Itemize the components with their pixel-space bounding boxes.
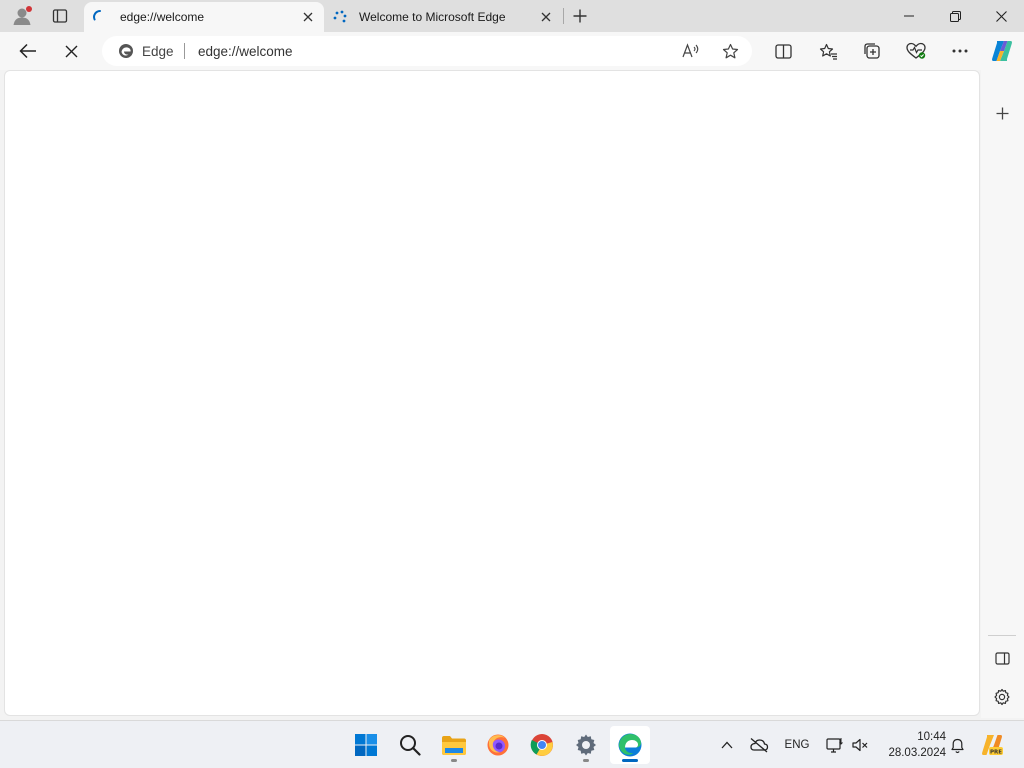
- browser-essentials-button[interactable]: [900, 35, 932, 67]
- copilot-button[interactable]: [986, 35, 1018, 67]
- tab-welcome-to-microsoft-edge[interactable]: Welcome to Microsoft Edge: [326, 2, 562, 32]
- tab-close-button[interactable]: [538, 9, 554, 25]
- taskbar-chrome[interactable]: [522, 726, 562, 764]
- tab-title: Welcome to Microsoft Edge: [359, 10, 506, 24]
- read-aloud-button[interactable]: [677, 38, 705, 64]
- tab-title: edge://welcome: [120, 10, 205, 24]
- back-arrow-icon: [19, 43, 36, 59]
- tab-close-button[interactable]: [300, 9, 316, 25]
- plus-icon: [996, 107, 1008, 119]
- network-icon: [826, 738, 843, 753]
- edge-site-icon: [118, 43, 134, 59]
- more-icon: [952, 49, 968, 53]
- clock-time: 10:44: [917, 731, 946, 743]
- start-button[interactable]: [346, 726, 386, 764]
- cloud-offline-icon: [750, 738, 769, 753]
- title-bar: edge://welcome Welcome to Microsoft Edge: [0, 0, 1024, 32]
- active-indicator: [622, 759, 638, 762]
- chrome-icon: [530, 734, 553, 756]
- favorites-button[interactable]: [812, 35, 844, 67]
- hide-sidebar-button[interactable]: [987, 643, 1017, 673]
- new-tab-button[interactable]: [566, 2, 594, 30]
- taskbar-search-button[interactable]: [390, 726, 430, 764]
- address-divider: [184, 43, 185, 59]
- chevron-up-icon: [721, 741, 733, 749]
- taskbar-file-explorer[interactable]: [434, 726, 474, 764]
- add-favorite-button[interactable]: [716, 38, 744, 64]
- minimize-button[interactable]: [886, 0, 932, 32]
- tab-actions-button[interactable]: [41, 0, 79, 32]
- collections-icon: [864, 43, 880, 59]
- notifications-button[interactable]: [946, 733, 968, 757]
- start-icon: [355, 734, 377, 756]
- taskbar-settings[interactable]: [566, 726, 606, 764]
- tab-divider: [563, 8, 564, 24]
- gear-icon: [994, 688, 1010, 706]
- restore-button[interactable]: [932, 0, 978, 32]
- site-identity-label[interactable]: Edge: [142, 44, 174, 59]
- stop-icon: [65, 45, 77, 57]
- sidebar-add-button[interactable]: [987, 98, 1017, 128]
- split-screen-button[interactable]: [767, 35, 799, 67]
- running-indicator: [583, 759, 589, 762]
- sidebar-panel-icon: [994, 651, 1010, 665]
- back-button[interactable]: [12, 35, 44, 67]
- heart-pulse-icon: [906, 42, 926, 59]
- clock-date: 28.03.2024: [888, 747, 946, 759]
- tab-edge-welcome[interactable]: edge://welcome: [84, 2, 324, 32]
- close-icon: [303, 12, 313, 22]
- plus-icon: [573, 9, 587, 23]
- sidebar-settings-button[interactable]: [987, 682, 1017, 712]
- page-content-area[interactable]: [4, 70, 980, 716]
- read-aloud-icon: [682, 43, 699, 58]
- clock[interactable]: 10:44 28.03.2024: [878, 729, 946, 761]
- svg-text:PRE: PRE: [990, 750, 1002, 756]
- sidebar-divider: [988, 635, 1016, 636]
- network-tray-button[interactable]: [823, 733, 847, 757]
- copilot-preview-icon: PRE: [982, 735, 1003, 756]
- search-icon: [400, 735, 421, 756]
- taskbar: ENG 10:44 28.03.2024 PRE: [0, 720, 1024, 768]
- edge-icon: [618, 733, 642, 757]
- sidebar: [981, 70, 1024, 718]
- toolbar: Edge edge://welcome: [0, 32, 1024, 70]
- copilot-preview-button[interactable]: PRE: [978, 733, 1006, 757]
- show-hidden-icons-button[interactable]: [716, 733, 738, 757]
- address-bar[interactable]: Edge edge://welcome: [102, 36, 752, 66]
- stop-loading-button[interactable]: [55, 35, 87, 67]
- input-language-indicator[interactable]: ENG: [781, 733, 813, 757]
- file-explorer-icon: [442, 736, 466, 755]
- restore-icon: [949, 10, 961, 22]
- url-text[interactable]: edge://welcome: [198, 44, 293, 59]
- collections-button[interactable]: [856, 35, 888, 67]
- settings-and-more-button[interactable]: [944, 35, 976, 67]
- minimize-icon: [904, 15, 914, 17]
- running-indicator: [451, 759, 457, 762]
- taskbar-edge[interactable]: [610, 726, 650, 764]
- volume-tray-button[interactable]: [849, 733, 871, 757]
- settings-icon: [576, 734, 596, 756]
- onedrive-tray-button[interactable]: [746, 733, 772, 757]
- loading-spinner-icon: [92, 9, 108, 25]
- favorites-icon: [819, 43, 837, 60]
- taskbar-firefox[interactable]: [478, 726, 518, 764]
- close-icon: [541, 12, 551, 22]
- firefox-icon: [487, 734, 509, 756]
- split-screen-icon: [774, 43, 792, 59]
- copilot-icon: [992, 41, 1012, 61]
- window-close-button[interactable]: [978, 0, 1024, 32]
- close-icon: [995, 10, 1007, 22]
- loading-dots-icon: [332, 9, 348, 25]
- profile-icon: [13, 6, 32, 25]
- vertical-tabs-icon: [52, 9, 68, 23]
- bell-icon: [950, 738, 964, 753]
- star-icon: [722, 43, 738, 58]
- speaker-muted-icon: [852, 738, 868, 752]
- profile-button[interactable]: [3, 0, 41, 32]
